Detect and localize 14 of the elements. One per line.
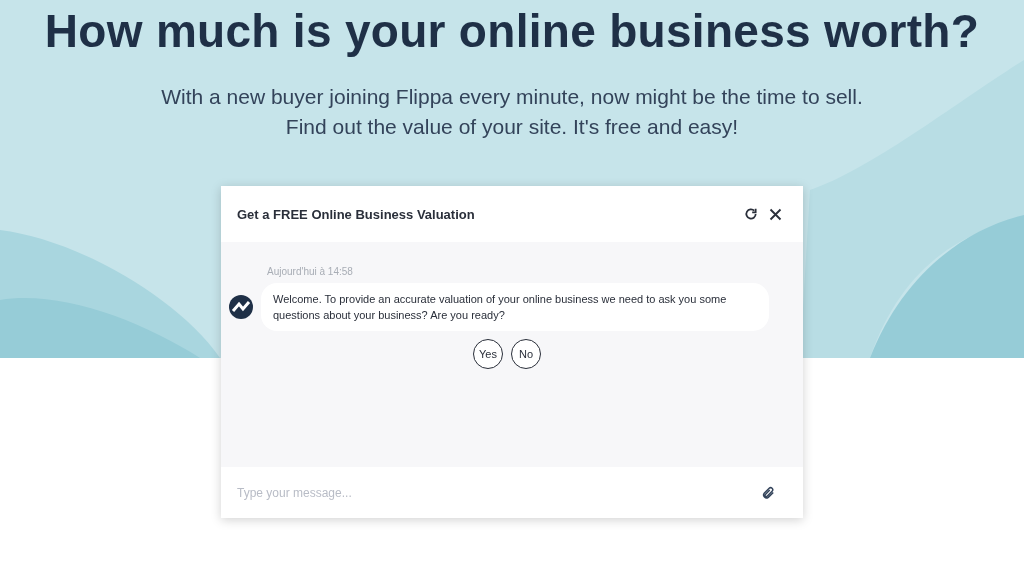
close-icon[interactable] (768, 206, 783, 222)
quick-reply-button[interactable]: Yes (473, 339, 503, 369)
message-timestamp: Aujourd'hui à 14:58 (267, 266, 354, 277)
attach-button[interactable] (753, 467, 803, 518)
paperclip-icon (761, 484, 775, 501)
quick-reply-button[interactable]: No (511, 339, 541, 369)
refresh-icon[interactable] (744, 207, 758, 221)
bot-avatar-icon (229, 295, 253, 319)
subtitle-text: Find out the value of your site. It's free and easy! (285, 114, 739, 140)
message-field[interactable]: Type your message... (221, 467, 753, 518)
bot-message: Welcome. To provide an accurate valuation of your online business we need to ask you some questions about your business? Are you ready? (261, 283, 769, 331)
page-heading: How much is your online business worth? (44, 4, 980, 58)
subtitle-text: With a new buyer joining Flippa every minute, now might be the time to sell. (161, 84, 863, 110)
chat-title: Get a FREE Online Business Valuation (237, 206, 475, 222)
